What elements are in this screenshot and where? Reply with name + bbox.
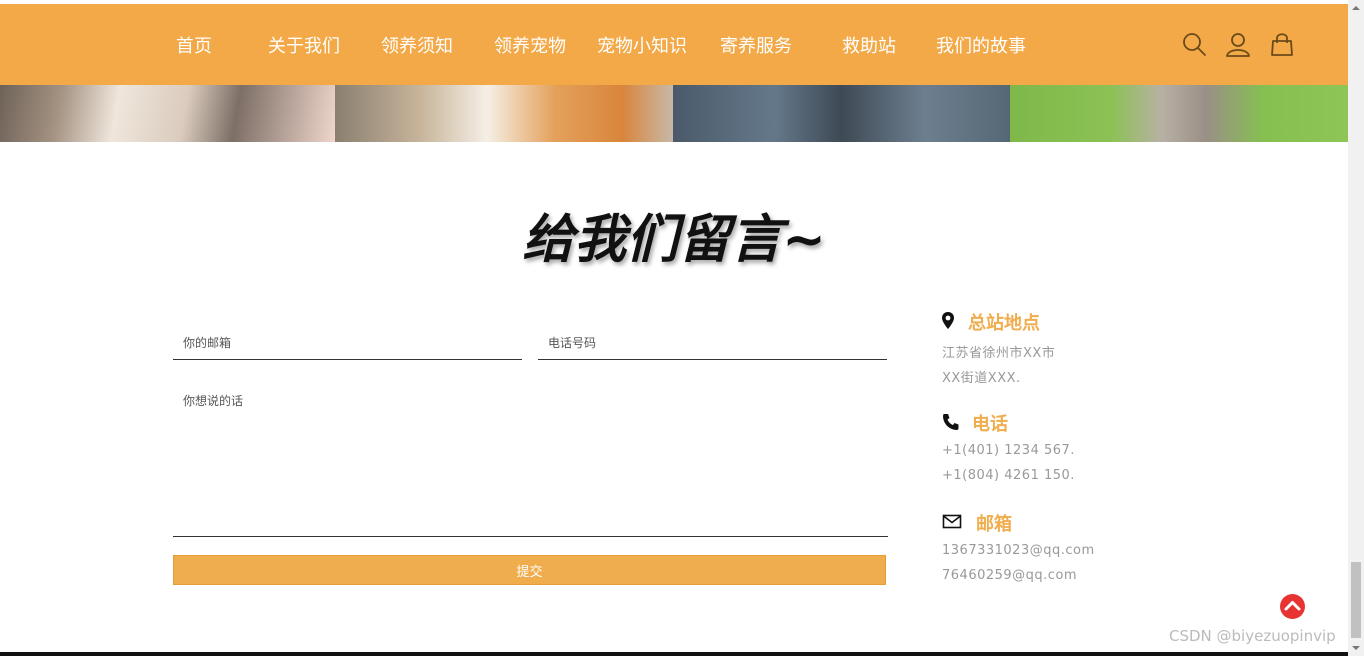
page-title: 给我们留言~ — [522, 210, 826, 270]
nav-item-home[interactable]: 首页 — [176, 32, 212, 58]
scroll-down-arrow-icon[interactable] — [1348, 642, 1364, 654]
banner-cat-image-3 — [673, 85, 1010, 142]
phone-field[interactable] — [538, 326, 887, 360]
nav-item-pet-tips[interactable]: 宠物小知识 — [597, 32, 687, 58]
nav-item-adopt-pets[interactable]: 领养宠物 — [494, 32, 566, 58]
address-line-2: XX街道XXX. — [942, 371, 1021, 386]
map-pin-icon — [942, 312, 954, 329]
envelope-icon — [942, 514, 962, 529]
vertical-scrollbar[interactable] — [1348, 0, 1364, 656]
bottom-bar — [0, 652, 1348, 656]
nav-item-rescue-station[interactable]: 救助站 — [842, 32, 896, 58]
main-navbar: 首页 关于我们 领养须知 领养宠物 宠物小知识 寄养服务 救助站 我们的故事 — [0, 4, 1348, 85]
email-line-2: 76460259@qq.com — [942, 568, 1078, 583]
nav-item-adoption-notice[interactable]: 领养须知 — [381, 32, 453, 58]
watermark: CSDN @biyezuopinvip — [1169, 627, 1336, 645]
phone-title: 电话 — [972, 414, 1008, 435]
email-line-1: 1367331023@qq.com — [942, 543, 1095, 558]
banner-cat-image-2 — [335, 85, 673, 142]
nav-item-our-stories[interactable]: 我们的故事 — [936, 32, 1026, 58]
pet-image-banner — [0, 85, 1348, 142]
back-to-top-button[interactable] — [1280, 594, 1305, 619]
phone-line-1: +1(401) 1234 567. — [942, 443, 1075, 458]
email-field[interactable] — [173, 326, 522, 360]
nav-item-boarding[interactable]: 寄养服务 — [720, 32, 792, 58]
chevron-up-icon — [1284, 601, 1301, 611]
search-icon[interactable] — [1181, 31, 1207, 57]
cart-icon[interactable] — [1269, 31, 1295, 57]
nav-item-about[interactable]: 关于我们 — [268, 32, 340, 58]
scroll-up-arrow-icon[interactable] — [1348, 2, 1364, 14]
address-line-1: 江苏省徐州市XX市 — [942, 346, 1056, 361]
banner-cat-image-1 — [0, 85, 335, 142]
message-field[interactable] — [173, 380, 888, 537]
scrollbar-thumb[interactable] — [1351, 562, 1361, 638]
address-title: 总站地点 — [968, 313, 1040, 334]
phone-line-2: +1(804) 4261 150. — [942, 468, 1075, 483]
banner-cat-image-4 — [1010, 85, 1348, 142]
submit-button[interactable]: 提交 — [173, 555, 886, 585]
phone-icon — [943, 414, 959, 430]
email-title: 邮箱 — [976, 514, 1012, 535]
user-icon[interactable] — [1225, 31, 1251, 57]
